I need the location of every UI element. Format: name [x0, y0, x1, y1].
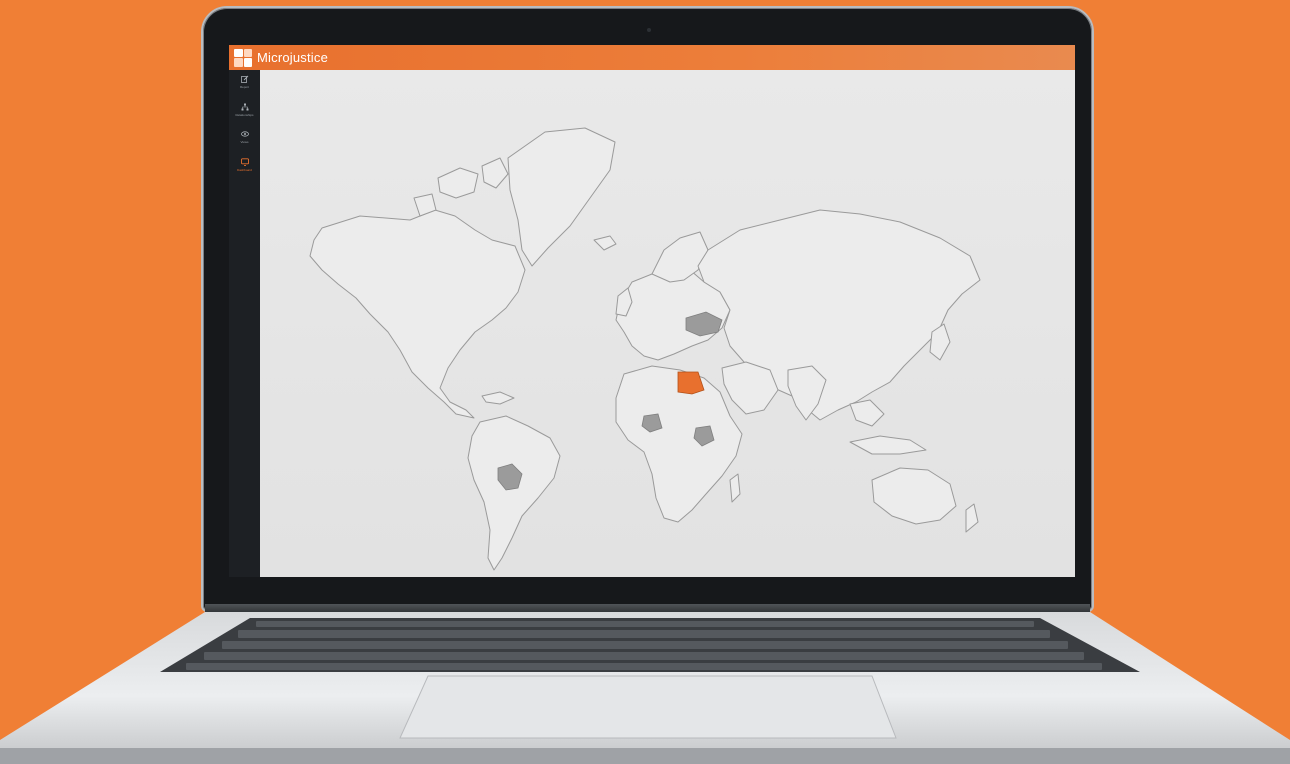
south-america[interactable] [467, 415, 561, 571]
arctic-islands[interactable] [437, 167, 479, 199]
north-america[interactable] [309, 209, 526, 419]
arctic-islands[interactable] [481, 157, 509, 189]
eye-icon [240, 131, 249, 137]
world-map[interactable] [260, 70, 1075, 577]
laptop-front-edge [0, 748, 1290, 764]
sidebar-item-label: Views [240, 140, 249, 144]
sidebar-item-label: Relationships [235, 113, 254, 117]
sidebar-item-label: Dashboard [237, 168, 252, 172]
country-egypt[interactable] [677, 371, 705, 395]
hierarchy-icon [241, 103, 248, 111]
southeast-asia[interactable] [849, 399, 885, 427]
madagascar[interactable] [729, 473, 741, 503]
sidebar-item-relationships[interactable]: Relationships [229, 103, 260, 127]
new-zealand[interactable] [965, 503, 979, 533]
middle-east[interactable] [721, 361, 779, 415]
sidebar-item-views[interactable]: Views [229, 130, 260, 154]
app-logo[interactable] [234, 48, 252, 67]
world-map-svg [309, 127, 981, 571]
scandinavia[interactable] [651, 231, 709, 283]
sidebar-item-label: Report [239, 85, 249, 89]
app-title: Microjustice [257, 50, 329, 65]
laptop-base [0, 612, 1290, 764]
caribbean[interactable] [481, 391, 515, 405]
app-header: Microjustice [229, 45, 1075, 70]
iceland[interactable] [593, 235, 617, 251]
edit-icon [240, 75, 248, 83]
sidebar-item-report[interactable]: Report [229, 75, 260, 99]
australia[interactable] [871, 467, 957, 525]
trackpad[interactable] [399, 675, 897, 739]
sidebar-item-dashboard[interactable]: Dashboard [229, 158, 260, 182]
monitor-icon [240, 158, 249, 166]
laptop-screen: Microjustice Report Relationships Views … [229, 45, 1075, 577]
sidebar: Report Relationships Views Dashboard [229, 70, 260, 577]
indonesia[interactable] [849, 435, 927, 455]
webcam [647, 28, 651, 32]
